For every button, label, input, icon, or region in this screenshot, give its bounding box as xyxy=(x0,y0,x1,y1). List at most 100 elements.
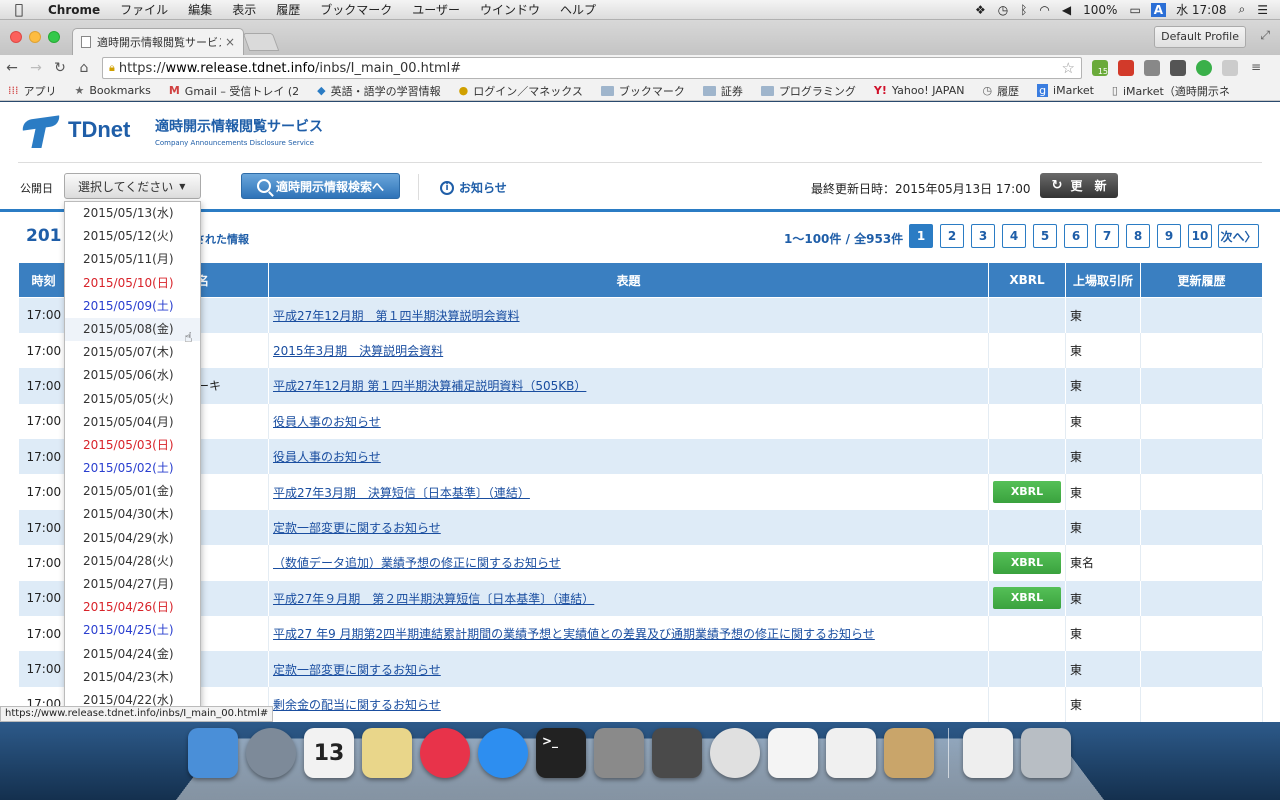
bookmark-bookmarks[interactable]: ★ Bookmarks xyxy=(67,84,161,97)
bookmark-history[interactable]: ◷ 履歴 xyxy=(974,83,1029,99)
tdnet-logo[interactable]: TDnet xyxy=(21,114,130,148)
chrome-menu-icon[interactable]: ≡ xyxy=(1248,60,1264,76)
dock-itunes-icon[interactable] xyxy=(420,728,470,778)
bookmark-monex[interactable]: ● ログイン／マネックス xyxy=(451,83,593,99)
input-source-icon[interactable]: A xyxy=(1150,2,1167,17)
row-title-link[interactable]: 平成27年3月期 決算短信〔日本基準〕（連結） xyxy=(273,486,530,500)
dock-trash-icon[interactable] xyxy=(1021,728,1071,778)
page-9[interactable]: 9 xyxy=(1157,224,1181,248)
dock-preview-icon[interactable] xyxy=(884,728,934,778)
tab-tdnet[interactable]: 適時開示情報閲覧サービス – × xyxy=(72,28,244,55)
date-option[interactable]: 2015/05/10(日) xyxy=(65,272,200,295)
bookmark-folder-bookmark[interactable]: ブックマーク xyxy=(593,83,695,99)
date-option[interactable]: 2015/05/04(月) xyxy=(65,411,200,434)
wifi-icon[interactable]: ◠ xyxy=(1033,3,1055,17)
bookmark-yahoo[interactable]: Y! Yahoo! JAPAN xyxy=(866,84,975,97)
row-title-link[interactable]: （数値データ追加）業績予想の修正に関するお知らせ xyxy=(273,556,561,570)
row-title-link[interactable]: 2015年3月期 決算説明会資料 xyxy=(273,344,443,358)
row-title-link[interactable]: 定款一部変更に関するお知らせ xyxy=(273,663,441,677)
back-icon[interactable]: ← xyxy=(0,60,24,76)
row-title-link[interactable]: 平成27年９月期 第２四半期決算短信〔日本基準〕（連結） xyxy=(273,592,594,606)
date-option[interactable]: 2015/04/24(金) xyxy=(65,643,200,666)
dropbox-icon[interactable]: ❖ xyxy=(969,3,992,17)
home-icon[interactable]: ⌂ xyxy=(72,60,96,76)
xbrl-button[interactable]: XBRL xyxy=(993,587,1061,610)
page-8[interactable]: 8 xyxy=(1126,224,1150,248)
dock-textedit-icon[interactable] xyxy=(826,728,876,778)
row-title-link[interactable]: 役員人事のお知らせ xyxy=(273,415,381,429)
row-title-link[interactable]: 平成27 年9 月期第2四半期連結累計期間の業績予想と実績値との差異及び通期業績… xyxy=(273,627,875,641)
page-1[interactable]: 1 xyxy=(909,224,933,248)
dock-app-store-icon[interactable] xyxy=(478,728,528,778)
date-option[interactable]: 2015/05/07(木) xyxy=(65,341,200,364)
bookmark-imarket-disclosure[interactable]: ▯ iMarket（適時開示ネ xyxy=(1104,83,1240,99)
row-title-link[interactable]: 剰余金の配当に関するお知らせ xyxy=(273,698,441,712)
date-option[interactable]: 2015/04/30(木) xyxy=(65,503,200,526)
xbrl-button[interactable]: XBRL xyxy=(993,481,1061,504)
page-6[interactable]: 6 xyxy=(1064,224,1088,248)
dock-terminal-icon[interactable]: >_ xyxy=(536,728,586,778)
close-tab-icon[interactable]: × xyxy=(225,35,235,49)
bookmark-apps[interactable]: ⁞⁞⁞ アプリ xyxy=(0,83,67,99)
date-option[interactable]: 2015/05/06(水) xyxy=(65,364,200,387)
refresh-button[interactable]: ↻ 更 新 xyxy=(1040,173,1118,198)
dock-calendar-icon[interactable]: 13 xyxy=(304,728,354,778)
dock-finder-icon[interactable] xyxy=(188,728,238,778)
menu-user[interactable]: ユーザー xyxy=(402,1,470,18)
dock-grid-app-icon[interactable] xyxy=(768,728,818,778)
apple-icon[interactable]:  xyxy=(0,2,38,18)
notice-link[interactable]: i お知らせ xyxy=(440,179,507,196)
menu-bookmarks[interactable]: ブックマーク xyxy=(310,1,402,18)
date-option[interactable]: 2015/05/11(月) xyxy=(65,248,200,271)
date-option[interactable]: 2015/04/29(水) xyxy=(65,527,200,550)
extension-audio-icon[interactable] xyxy=(1144,60,1160,76)
profile-button[interactable]: Default Profile xyxy=(1154,26,1246,48)
menu-file[interactable]: ファイル xyxy=(110,1,178,18)
menu-history[interactable]: 履歴 xyxy=(266,1,310,18)
dock-chrome-download-icon[interactable] xyxy=(963,728,1013,778)
menu-edit[interactable]: 編集 xyxy=(178,1,222,18)
bookmark-folder-securities[interactable]: 証券 xyxy=(695,83,753,99)
page-4[interactable]: 4 xyxy=(1002,224,1026,248)
bookmark-gmail[interactable]: M Gmail – 受信トレイ (2 xyxy=(161,83,309,99)
bookmark-imarket[interactable]: g iMarket xyxy=(1029,84,1104,97)
date-select[interactable]: 選択してください ▼ xyxy=(64,173,201,199)
extension-check-icon[interactable]: 15 xyxy=(1092,60,1108,76)
battery-percent[interactable]: 100% xyxy=(1077,3,1123,17)
row-title-link[interactable]: 定款一部変更に関するお知らせ xyxy=(273,521,441,535)
date-option[interactable]: 2015/04/28(火) xyxy=(65,550,200,573)
spotlight-icon[interactable]: ⌕ xyxy=(1233,2,1252,17)
row-title-link[interactable]: 平成27年12月期 第１四半期決算説明会資料 xyxy=(273,309,520,323)
date-option[interactable]: 2015/05/01(金) xyxy=(65,480,200,503)
date-option[interactable]: 2015/04/27(月) xyxy=(65,573,200,596)
dock-notes-icon[interactable] xyxy=(362,728,412,778)
zoom-window-icon[interactable] xyxy=(48,31,60,43)
page-7[interactable]: 7 xyxy=(1095,224,1119,248)
dock-sublime-text-icon[interactable] xyxy=(652,728,702,778)
page-5[interactable]: 5 xyxy=(1033,224,1057,248)
date-option[interactable]: 2015/05/12(火) xyxy=(65,225,200,248)
row-title-link[interactable]: 平成27年12月期 第１四半期決算補足説明資料（505KB） xyxy=(273,379,586,393)
volume-icon[interactable]: ◀ xyxy=(1056,3,1077,17)
xbrl-button[interactable]: XBRL xyxy=(993,551,1061,574)
address-bar[interactable]: 🔒︎ https://www.release.tdnet.info/inbs/I… xyxy=(102,57,1082,79)
next-page-button[interactable]: 次へ〉 xyxy=(1218,224,1259,248)
date-option[interactable]: 2015/05/08(金) xyxy=(65,317,200,342)
date-option[interactable]: 2015/05/02(土) xyxy=(65,457,200,480)
date-option[interactable]: 2015/05/13(水) xyxy=(65,202,200,225)
date-option[interactable]: 2015/04/25(土) xyxy=(65,619,200,642)
extension-bookmark-icon[interactable] xyxy=(1118,60,1134,76)
menu-view[interactable]: 表示 xyxy=(222,1,266,18)
page-2[interactable]: 2 xyxy=(940,224,964,248)
page-3[interactable]: 3 xyxy=(971,224,995,248)
extension-list-icon[interactable] xyxy=(1222,60,1238,76)
extension-evernote-icon[interactable] xyxy=(1170,60,1186,76)
menu-app-name[interactable]: Chrome xyxy=(38,3,110,17)
date-option[interactable]: 2015/04/23(木) xyxy=(65,666,200,689)
clock[interactable]: 水 17:08 xyxy=(1170,1,1232,18)
date-option[interactable]: 2015/04/26(日) xyxy=(65,596,200,619)
reload-icon[interactable]: ↻ xyxy=(48,60,72,76)
bookmark-star-icon[interactable]: ☆ xyxy=(1062,59,1075,77)
fullscreen-icon[interactable]: ⤢ xyxy=(1260,28,1270,43)
row-title-link[interactable]: 役員人事のお知らせ xyxy=(273,450,381,464)
